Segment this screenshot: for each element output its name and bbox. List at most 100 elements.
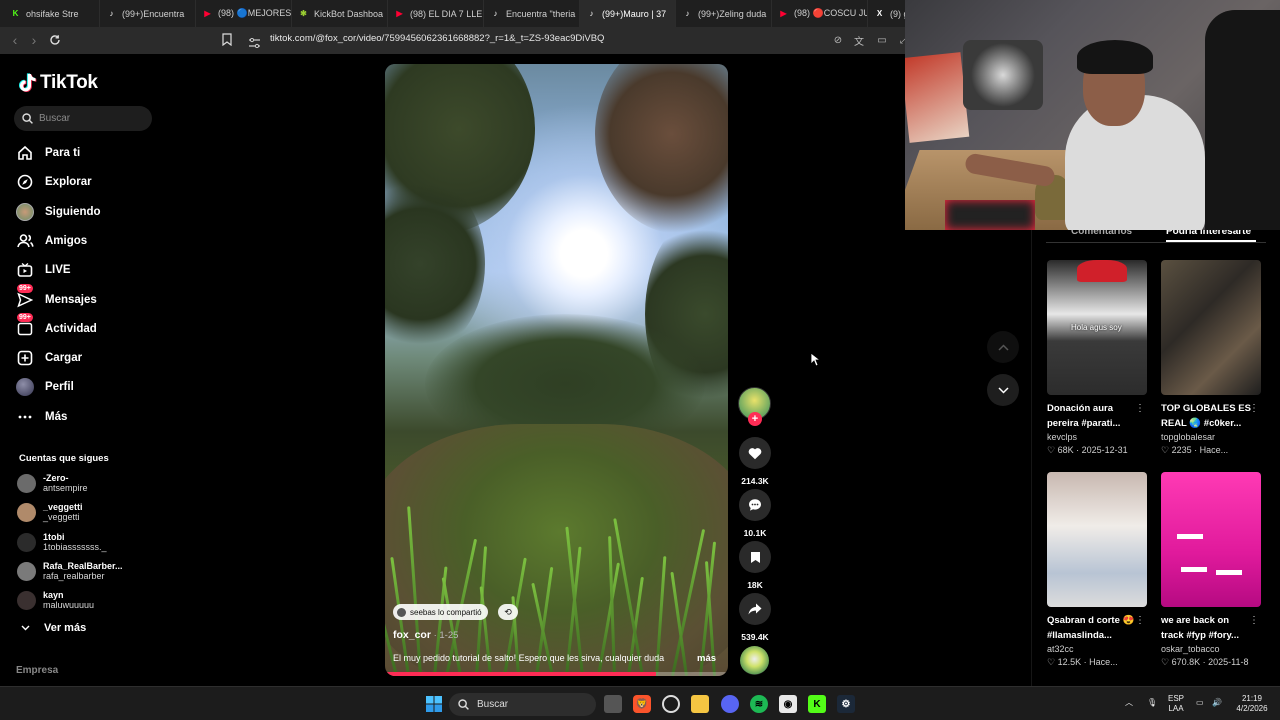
account-handle: maluwuuuuu — [43, 600, 95, 610]
mouse-cursor-icon — [810, 352, 820, 367]
video-thumbnail[interactable] — [1047, 472, 1147, 607]
repost-icon[interactable]: ⟲ — [498, 604, 518, 620]
cast-icon[interactable]: ▭ — [874, 32, 890, 48]
save-button[interactable]: 18K — [739, 541, 771, 590]
browser-tab[interactable]: ♪ Encuentra "theria — [484, 0, 580, 27]
video-username[interactable]: topglobalesar — [1161, 432, 1261, 442]
followed-account-item[interactable]: 1tobi 1tobiasssssss._ — [17, 530, 107, 554]
task-view-icon[interactable] — [604, 695, 622, 713]
taskbar-search[interactable]: Buscar — [449, 693, 596, 716]
video-meta: ♡ 670.8K · 2025-11-8 — [1161, 657, 1261, 668]
comment-button[interactable]: 10.1K — [739, 489, 771, 538]
account-handle: rafa_realbarber — [43, 571, 105, 581]
no-media-icon[interactable]: ⊘ — [830, 32, 846, 48]
forward-icon[interactable]: › — [24, 30, 44, 50]
clock[interactable]: 21:19 4/2/2026 — [1232, 694, 1272, 714]
microphone-icon[interactable]: 🎙 — [1147, 698, 1157, 708]
video-likes: 2235 — [1171, 445, 1192, 455]
follow-plus-icon[interactable]: + — [748, 412, 762, 426]
browser-tab[interactable]: ♪ (99+)Zeling duda — [676, 0, 772, 27]
suggested-video-card[interactable]: Hola agus soy Donación aura pereira #para… — [1047, 260, 1147, 456]
spotify-icon[interactable]: ≋ — [750, 695, 768, 713]
see-more-button[interactable]: Ver más — [21, 622, 86, 634]
suggested-video-card[interactable]: TOP GLOBALES ES REAL 🌏 #c0ker... ⋮ topglob… — [1161, 260, 1261, 456]
share-button[interactable]: 539.4K — [739, 593, 771, 642]
previous-video-button[interactable] — [987, 331, 1019, 363]
video-username[interactable]: kevclps — [1047, 432, 1147, 442]
obs-app-icon[interactable]: ◉ — [779, 695, 797, 713]
tab-label: (98) 🔵MEJORES — [218, 8, 292, 18]
suggested-video-card[interactable]: we are back on track #fyp #fory... ⋮ oskar… — [1161, 472, 1261, 668]
chatgpt-icon[interactable] — [662, 695, 680, 713]
more-options-icon[interactable]: ⋮ — [1249, 403, 1259, 414]
tiktok-logo[interactable]: TikTok — [19, 72, 98, 94]
sidebar-item-cargar[interactable]: Cargar — [16, 347, 82, 369]
video-thumbnail[interactable]: Hola agus soy — [1047, 260, 1147, 395]
site-settings-icon[interactable] — [249, 35, 260, 53]
video-thumbnail[interactable] — [1161, 472, 1261, 607]
sidebar-item-mensajes[interactable]: 99+ Mensajes — [16, 284, 97, 311]
sidebar-item-explorar[interactable]: Explorar — [16, 171, 92, 193]
url-input[interactable] — [270, 33, 650, 44]
back-icon[interactable]: ‹ — [5, 30, 25, 50]
browser-tab[interactable]: ♪ (99+)Encuentra — [100, 0, 196, 27]
tab-favicon-icon: ▶ — [780, 9, 787, 18]
sidebar-item-m-s[interactable]: Más — [16, 406, 67, 428]
tab-favicon-icon: ♪ — [493, 9, 498, 18]
browser-tab[interactable]: ✱ KickBot Dashboa — [292, 0, 388, 27]
browser-tab[interactable]: ▶ (98) EL DIA 7 LLE — [388, 0, 484, 27]
followed-account-item[interactable]: Rafa_RealBarber... rafa_realbarber — [17, 559, 123, 583]
followed-account-item[interactable]: kayn maluwuuuuu — [17, 588, 94, 612]
like-button[interactable]: 214.3K — [739, 437, 771, 486]
browser-tab[interactable]: ▶ (98) 🔴COSCU JU — [772, 0, 868, 27]
video-likes: 68K — [1057, 445, 1074, 455]
bookmark-icon[interactable] — [222, 33, 232, 51]
sidebar-item-amigos[interactable]: Amigos — [16, 230, 87, 252]
comment-count: 10.1K — [743, 528, 767, 538]
language-indicator[interactable]: ESP LAA — [1168, 694, 1184, 714]
windows-start-icon[interactable] — [425, 695, 443, 713]
steam-icon[interactable]: ⚙ — [837, 695, 855, 713]
video-username[interactable]: oskar_tobacco — [1161, 644, 1261, 654]
browser-tab[interactable]: X (9) gon — [868, 0, 905, 27]
video-thumbnail[interactable] — [1161, 260, 1261, 395]
brave-browser-icon[interactable]: 🦁 — [633, 695, 651, 713]
shared-by-chip[interactable]: seebas lo compartió — [393, 604, 488, 620]
network-icon[interactable]: ▭ — [1196, 698, 1204, 708]
browser-tab[interactable]: ▶ (98) 🔵MEJORES — [196, 0, 292, 27]
more-options-icon[interactable]: ⋮ — [1249, 615, 1259, 626]
browser-tab[interactable]: ♪ (99+)Mauro | 37 — [580, 0, 676, 27]
music-disc-icon[interactable] — [740, 646, 769, 675]
next-video-button[interactable] — [987, 374, 1019, 406]
caption-more-button[interactable]: más — [697, 653, 716, 664]
discord-icon[interactable] — [721, 695, 739, 713]
search-input[interactable] — [39, 113, 139, 124]
company-link[interactable]: Empresa — [16, 665, 58, 676]
video-player[interactable]: seebas lo compartió ⟲ fox_cor · 1-25 El … — [385, 64, 728, 676]
translate-icon[interactable]: 文 — [851, 32, 867, 48]
sidebar-item-siguiendo[interactable]: Siguiendo — [16, 201, 101, 223]
kick-icon[interactable]: K — [808, 695, 826, 713]
video-author[interactable]: fox_cor · 1-25 — [393, 629, 458, 641]
following-avatar-icon — [16, 203, 34, 221]
sidebar-item-live[interactable]: LIVE — [16, 259, 71, 281]
sidebar-item-para-ti[interactable]: Para ti — [16, 142, 80, 164]
video-progress-bar[interactable] — [385, 672, 728, 676]
search-box[interactable] — [14, 106, 152, 131]
chair — [1205, 10, 1280, 230]
followed-account-item[interactable]: -Zero-antsempire — [17, 471, 88, 495]
sidebar-item-perfil[interactable]: Perfil — [16, 376, 74, 398]
more-options-icon[interactable]: ⋮ — [1135, 403, 1145, 414]
video-username[interactable]: at32cc — [1047, 644, 1147, 654]
suggested-video-card[interactable]: Qsabran d corte 😍#llamaslinda... ⋮ at32cc ♡… — [1047, 472, 1147, 668]
volume-icon[interactable]: 🔊 — [1212, 698, 1222, 708]
sidebar-item-actividad[interactable]: 99+ Actividad — [16, 313, 97, 340]
file-explorer-icon[interactable] — [691, 695, 709, 713]
notification-badge: 99+ — [17, 313, 33, 322]
reload-icon[interactable] — [45, 30, 65, 50]
tray-overflow-icon[interactable]: ︿ — [1125, 698, 1133, 708]
followed-account-item[interactable]: _veggetti _veggetti — [17, 500, 83, 524]
more-options-icon[interactable]: ⋮ — [1135, 615, 1145, 626]
keyboard-rgb — [945, 200, 1035, 230]
browser-tab[interactable]: Kohsifake Stre — [4, 0, 100, 27]
